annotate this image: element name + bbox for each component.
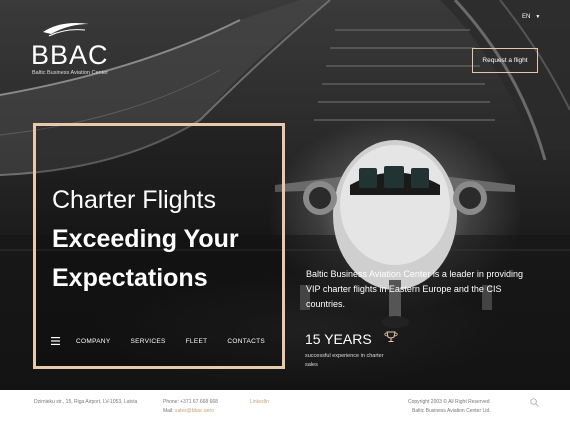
footer-mail-label: Mail:	[163, 408, 174, 414]
language-selector[interactable]: EN ▼	[522, 14, 540, 20]
nav-item-contacts[interactable]: CONTACTS	[227, 338, 265, 345]
logo-swoosh-icon	[43, 23, 89, 37]
footer-mail: Mail: sales@bbac.aero	[163, 408, 214, 414]
request-flight-button[interactable]: Request a flight	[472, 48, 538, 73]
search-icon[interactable]	[530, 398, 539, 407]
footer-mail-link[interactable]: sales@bbac.aero	[175, 408, 214, 414]
nav-item-company[interactable]: COMPANY	[76, 338, 110, 345]
nav-item-fleet[interactable]: FLEET	[186, 338, 208, 345]
chevron-down-icon: ▼	[535, 14, 541, 20]
years-title: 15 YEARS	[305, 331, 372, 347]
footer-address: Dzirnieku str., 15, Riga Airport, LV-105…	[34, 399, 138, 405]
footer-linkedin-link[interactable]: LinkedIn	[250, 399, 269, 405]
logo-text: BBAC	[31, 40, 109, 70]
headline-bold-2: Expectations	[52, 264, 208, 292]
footer-copyright-line-2: Baltic Business Aviation Center Ltd.	[412, 408, 491, 414]
headline-light: Charter Flights	[52, 186, 216, 214]
footer-phone[interactable]: Phone: +371 67 668 668	[163, 399, 218, 405]
logo-subtitle: Baltic Business Aviation Center	[32, 70, 109, 76]
main-nav: COMPANY SERVICES FLEET CONTACTS	[51, 337, 285, 345]
trophy-icon	[384, 331, 398, 342]
language-label: EN	[522, 14, 531, 20]
footer-copyright-line-1: Copyright 2003 © All Right Reserved	[408, 399, 490, 405]
footer: Dzirnieku str., 15, Riga Airport, LV-105…	[0, 390, 570, 428]
nav-item-services[interactable]: SERVICES	[130, 338, 165, 345]
hero-section: BBAC Baltic Business Aviation Center EN …	[0, 0, 570, 390]
menu-icon[interactable]	[51, 337, 60, 345]
years-subtitle: successful experience in charter sales	[305, 353, 384, 368]
headline-bold-1: Exceeding Your	[52, 225, 239, 253]
company-description: Baltic Business Aviation Center is a lea…	[306, 269, 523, 309]
